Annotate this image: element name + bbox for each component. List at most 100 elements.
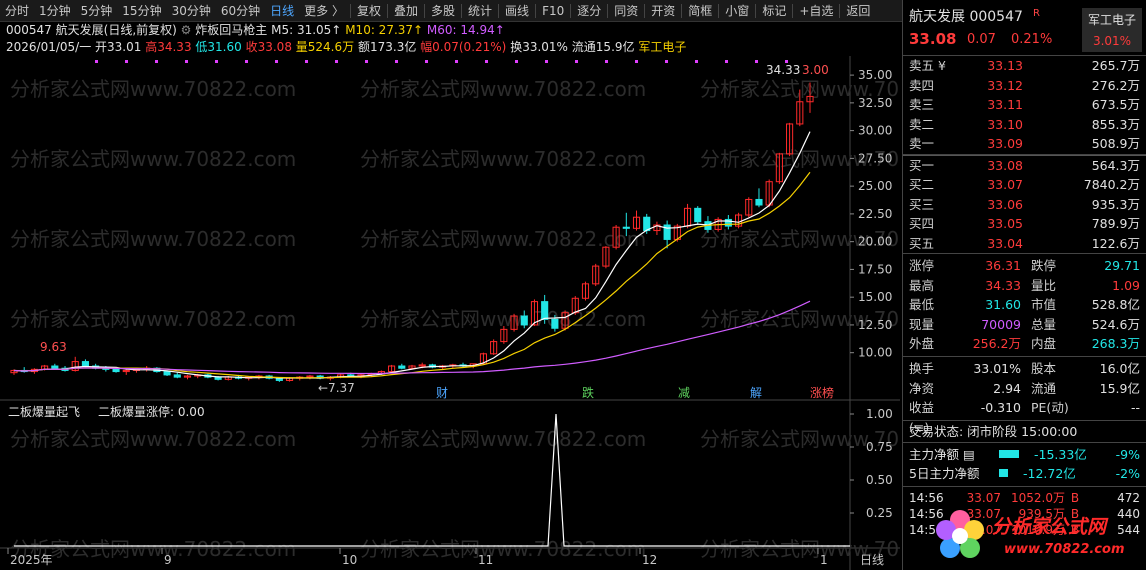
- tool-button-13[interactable]: 返回: [841, 0, 875, 22]
- candle-body: [163, 371, 171, 376]
- adjust-mode[interactable]: (日线,前复权): [104, 23, 177, 37]
- stat-value: 33.01%: [973, 360, 1021, 376]
- asks-row[interactable]: 卖五 ¥ 33.13 265.7万: [903, 56, 1146, 76]
- period-tab-3[interactable]: 15分钟: [117, 0, 166, 22]
- y-tick-label: 30.00: [858, 124, 892, 138]
- stat-value: 528.8亿: [1091, 297, 1140, 313]
- stat-row: 最高 34.33 量比 1.09: [903, 276, 1146, 296]
- stat-value: 2.94: [993, 380, 1021, 396]
- toolbar-divider: [535, 3, 537, 18]
- x-tick-label: 10: [342, 553, 357, 567]
- stat-label: PE(动): [1031, 400, 1069, 416]
- flow-bar: [999, 469, 1008, 478]
- period-tab-5[interactable]: 60分钟: [216, 0, 265, 22]
- close-value: 收33.08: [245, 40, 292, 54]
- y-tick-label: 35.00: [858, 68, 892, 82]
- sector-label[interactable]: 军工电子: [638, 40, 686, 54]
- period-tab-1[interactable]: 1分钟: [34, 0, 76, 22]
- flow-value: -12.72亿: [1023, 465, 1076, 481]
- y-tick-label: 15.00: [858, 290, 892, 304]
- candle-body: [520, 315, 528, 326]
- stat-label: 最高: [909, 277, 935, 293]
- asks-row[interactable]: 卖一 33.09 508.9万: [903, 134, 1146, 154]
- period-tab-6[interactable]: 日线: [265, 0, 299, 22]
- signal-dot: [215, 60, 218, 63]
- flow-value: -15.33亿: [1034, 446, 1087, 462]
- period-tab-0[interactable]: 分时: [0, 0, 34, 22]
- watermark-text: 分析家公式网www.70822.com: [10, 537, 296, 561]
- period-tab-4[interactable]: 30分钟: [167, 0, 216, 22]
- range-value: 幅0.07(0.21%): [420, 40, 507, 54]
- chart-area[interactable]: 分析家公式网www.70822.com 分析家公式网www.70822.com 分析…: [0, 56, 986, 570]
- toolbar-divider: [792, 3, 794, 18]
- bids-row[interactable]: 买二 33.07 7840.2万: [903, 175, 1146, 195]
- settings-icon[interactable]: ⚙: [181, 23, 192, 37]
- stat-label: 外盘: [909, 336, 935, 352]
- amount-value: 额173.3亿: [357, 40, 417, 54]
- quote-name: 航天发展: [909, 9, 965, 25]
- tool-button-6[interactable]: 逐分: [572, 0, 606, 22]
- asks-row[interactable]: 卖四 33.12 276.2万: [903, 76, 1146, 96]
- asks-level-label: 卖三: [909, 97, 935, 112]
- asks-row[interactable]: 卖三 33.11 673.5万: [903, 95, 1146, 115]
- logo-url: www.70822.com: [1004, 542, 1125, 557]
- bids-row[interactable]: 买四 33.05 789.9万: [903, 214, 1146, 234]
- ma10-line: [13, 171, 811, 379]
- bids-level-label: 买一: [909, 157, 935, 173]
- period-tab-7[interactable]: 更多 〉: [299, 0, 349, 22]
- tool-button-4[interactable]: 画线: [500, 0, 534, 22]
- bids-price: 33.08: [987, 157, 1023, 173]
- stat-value: 16.0亿: [1099, 360, 1140, 376]
- stat-label: 现量: [909, 316, 935, 332]
- tool-button-7[interactable]: 同资: [609, 0, 643, 22]
- bids-volume: 789.9万: [1091, 216, 1140, 231]
- tool-button-11[interactable]: 标记: [757, 0, 791, 22]
- tool-button-9[interactable]: 简框: [683, 0, 717, 22]
- tool-button-0[interactable]: 复权: [352, 0, 386, 22]
- bids-volume: 122.6万: [1091, 235, 1140, 251]
- signal-dot: [155, 60, 158, 63]
- bid-book: 买一 33.08 564.3万 买二 33.07 7840.2万 买三 33.06 935.3万…: [903, 154, 1146, 254]
- low-label: ←7.37: [318, 381, 355, 395]
- watermark-text: 分析家公式网www.70822.com: [10, 307, 296, 331]
- bids-level-label: 买五: [909, 235, 935, 251]
- tool-button-1[interactable]: 叠加: [389, 0, 423, 22]
- watermark-text: 分析家公式网www.70822.com: [360, 307, 646, 331]
- bids-volume: 935.3万: [1091, 196, 1140, 212]
- signal-dot: [695, 60, 698, 63]
- tool-button-10[interactable]: 小窗: [720, 0, 754, 22]
- asks-row[interactable]: 卖二 33.10 855.3万: [903, 115, 1146, 135]
- tick-row[interactable]: 14:56 33.07 1052.0万 B 472: [903, 490, 1146, 506]
- bids-price: 33.05: [987, 216, 1023, 231]
- price-chart[interactable]: 分析家公式网www.70822.com 分析家公式网www.70822.com 分析…: [0, 56, 986, 570]
- y-tick-label: 27.50: [858, 151, 892, 165]
- tool-button-12[interactable]: +自选: [794, 0, 838, 22]
- bids-row[interactable]: 买五 33.04 122.6万: [903, 234, 1146, 254]
- capital-flow: 主力净额 ▤ -15.33亿 -9% 5日主力净额 -12.72亿 -2%: [903, 443, 1146, 483]
- asks-volume: 673.5万: [1091, 97, 1140, 112]
- stat-value: 70009: [981, 316, 1021, 332]
- tool-button-8[interactable]: 开资: [646, 0, 680, 22]
- sector-tag[interactable]: 军工电子 3.01%: [1082, 8, 1142, 52]
- tool-button-3[interactable]: 统计: [463, 0, 497, 22]
- high-value: 高34.33: [145, 40, 192, 54]
- y-tick-label: 32.50: [858, 96, 892, 110]
- asks-volume: 508.9万: [1091, 136, 1140, 151]
- y-tick-label: 10.00: [858, 346, 892, 360]
- period-tab-2[interactable]: 5分钟: [76, 0, 118, 22]
- candle-body: [755, 198, 763, 206]
- bids-row[interactable]: 买一 33.08 564.3万: [903, 156, 1146, 176]
- signal-dot: [665, 60, 668, 63]
- y-tick-label: 20.00: [858, 235, 892, 249]
- candle-body: [51, 365, 59, 369]
- bids-level-label: 买二: [909, 177, 935, 192]
- signal-dot: [575, 60, 578, 63]
- indicator-name[interactable]: 炸板回马枪主: [195, 23, 267, 37]
- top-price-label-2: 3.00: [802, 63, 829, 77]
- bids-row[interactable]: 买三 33.06 935.3万: [903, 195, 1146, 215]
- tool-button-5[interactable]: F10: [537, 0, 569, 22]
- toolbar-divider: [498, 3, 500, 18]
- stat-label: 跌停: [1031, 258, 1057, 273]
- tool-button-2[interactable]: 多股: [426, 0, 460, 22]
- sub-y-tick-label: 0.25: [866, 506, 893, 520]
